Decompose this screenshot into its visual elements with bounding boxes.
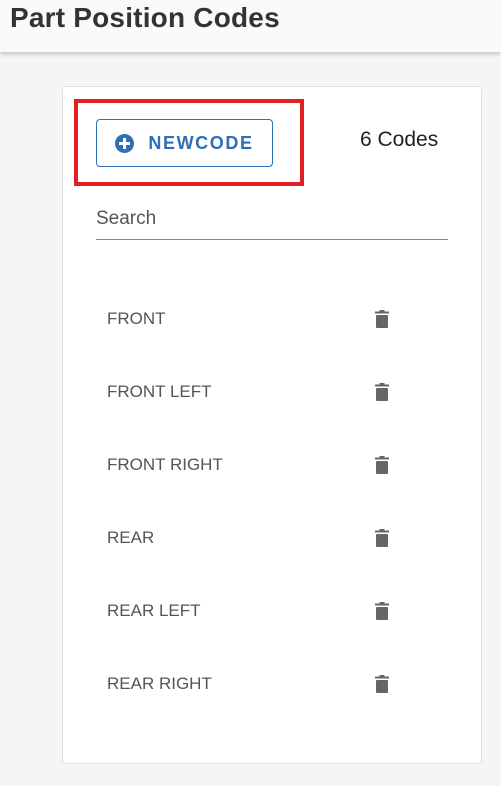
plus-circle-icon	[115, 133, 135, 153]
codes-card	[62, 86, 482, 764]
code-label: FRONT	[107, 309, 166, 328]
trash-icon[interactable]	[375, 310, 389, 328]
code-label: REAR	[107, 528, 155, 547]
app-header: Part Position Codes	[0, 0, 501, 52]
code-row[interactable]: FRONT RIGHT	[96, 445, 448, 485]
trash-icon[interactable]	[375, 675, 389, 693]
code-label: FRONT RIGHT	[107, 455, 223, 474]
code-row[interactable]: REAR	[96, 518, 448, 558]
code-label: REAR RIGHT	[107, 674, 212, 693]
code-row[interactable]: FRONT	[96, 299, 448, 339]
code-count: 6 Codes	[360, 128, 439, 151]
search-input[interactable]	[96, 200, 448, 238]
new-code-label: NEWCODE	[148, 132, 254, 153]
trash-icon[interactable]	[375, 383, 389, 401]
new-code-button[interactable]: NEWCODE	[96, 119, 273, 167]
search-field	[96, 200, 448, 240]
code-label: REAR LEFT	[107, 601, 201, 620]
code-row[interactable]: FRONT LEFT	[96, 372, 448, 412]
code-row[interactable]: REAR LEFT	[96, 591, 448, 631]
code-label: FRONT LEFT	[107, 382, 212, 401]
page-title: Part Position Codes	[10, 2, 280, 33]
code-row[interactable]: REAR RIGHT	[96, 664, 448, 704]
trash-icon[interactable]	[375, 602, 389, 620]
trash-icon[interactable]	[375, 529, 389, 547]
trash-icon[interactable]	[375, 456, 389, 474]
